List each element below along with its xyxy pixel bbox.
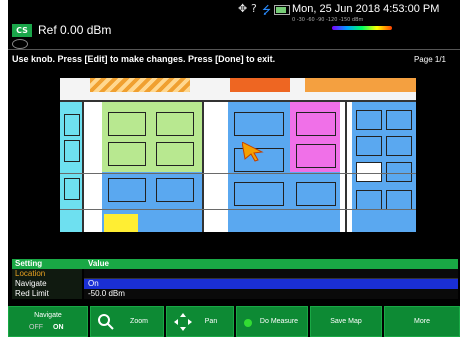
map-desk [356, 162, 382, 182]
pan-label: Pan [204, 318, 218, 325]
setting-label: Red Limit [12, 289, 82, 299]
battery-icon [274, 5, 290, 15]
map-desk [64, 114, 80, 136]
map-zone-yellow [104, 214, 138, 232]
zoom-button[interactable]: Zoom [90, 306, 164, 337]
navigate-off: OFF [29, 324, 43, 331]
map-wall [202, 102, 204, 232]
map-desk [356, 136, 382, 156]
setting-label: Navigate [12, 279, 82, 289]
setting-value[interactable]: On [84, 279, 458, 289]
map-gridline [60, 173, 416, 174]
pan-button[interactable]: Pan [166, 306, 234, 337]
location-pointer-icon[interactable] [242, 142, 264, 162]
map-desk [108, 142, 146, 166]
map-desk [64, 178, 80, 200]
map-desk [296, 112, 336, 136]
scale-color-bar [332, 26, 392, 30]
map-desk [386, 162, 412, 182]
scale-labels: 0 -30 -60 -90 -120 -150 dBm [292, 17, 364, 23]
map-desk [234, 112, 284, 136]
map-wall [60, 100, 416, 102]
column-header-setting: Setting [15, 259, 43, 268]
map-desk [386, 136, 412, 156]
ref-level: Ref 0.00 dBm [38, 23, 112, 37]
map-desk [356, 110, 382, 130]
table-row-navigate[interactable]: Navigate On [12, 279, 458, 289]
map-zone-orange [230, 78, 290, 92]
map-desk [356, 190, 382, 210]
more-button[interactable]: More [384, 306, 460, 337]
setting-value[interactable]: -50.0 dBm [84, 289, 458, 299]
map-desk [108, 112, 146, 136]
map-zone-orange [305, 78, 416, 92]
instrument-screen: ✥ ? ⭍ Mon, 25 Jun 2018 4:53:00 PM CS Ref… [8, 0, 460, 337]
navigate-on: ON [53, 324, 64, 331]
map-desk [64, 140, 80, 162]
settings-table: Setting Value Location Navigate On Red L… [12, 259, 458, 299]
datetime: Mon, 25 Jun 2018 4:53:00 PM [292, 3, 440, 15]
divider [8, 49, 460, 50]
gps-icon: ✥ [238, 2, 248, 15]
signal-scale: 0 -30 -60 -90 -120 -150 dBm [292, 17, 458, 37]
map-wall [82, 102, 84, 232]
floor-plan-map[interactable] [60, 78, 416, 232]
map-desk [234, 182, 284, 206]
navigate-label: Navigate [34, 312, 62, 319]
save-map-button[interactable]: Save Map [310, 306, 382, 337]
zoom-label: Zoom [130, 318, 148, 325]
map-desk [156, 112, 194, 136]
usb-icon: ⭍ [262, 4, 272, 17]
save-map-label: Save Map [330, 318, 362, 325]
column-header-value: Value [88, 259, 109, 268]
map-wall [345, 102, 347, 232]
setting-label: Location [12, 269, 82, 279]
map-desk [296, 182, 336, 206]
do-measure-label: Do Measure [259, 318, 299, 325]
map-gridline [60, 209, 416, 210]
navigate-toggle-button[interactable]: Navigate OFF ON [8, 306, 88, 337]
page-indicator: Page 1/1 [413, 55, 446, 64]
more-label: More [414, 318, 430, 325]
map-desk [108, 178, 146, 202]
help-icon: ? [251, 2, 257, 15]
map-desk [156, 178, 194, 202]
map-desk [386, 190, 412, 210]
table-row-location[interactable]: Location [12, 269, 458, 279]
map-desk [156, 142, 194, 166]
back-icon[interactable] [12, 39, 28, 49]
mode-badge: CS [12, 24, 32, 37]
instruction-text: Use knob. Press [Edit] to make changes. … [12, 54, 276, 64]
do-measure-button[interactable]: Do Measure [236, 306, 308, 337]
map-hatched-area [90, 78, 190, 92]
softkey-bar: Navigate OFF ON Zoom Pan Do Measure Save… [8, 306, 460, 337]
setting-value[interactable] [84, 269, 458, 279]
map-desk [386, 110, 412, 130]
table-row-red-limit[interactable]: Red Limit -50.0 dBm [12, 289, 458, 299]
map-desk [296, 144, 336, 168]
magnifier-icon [98, 314, 114, 330]
table-header: Setting Value [12, 259, 458, 269]
